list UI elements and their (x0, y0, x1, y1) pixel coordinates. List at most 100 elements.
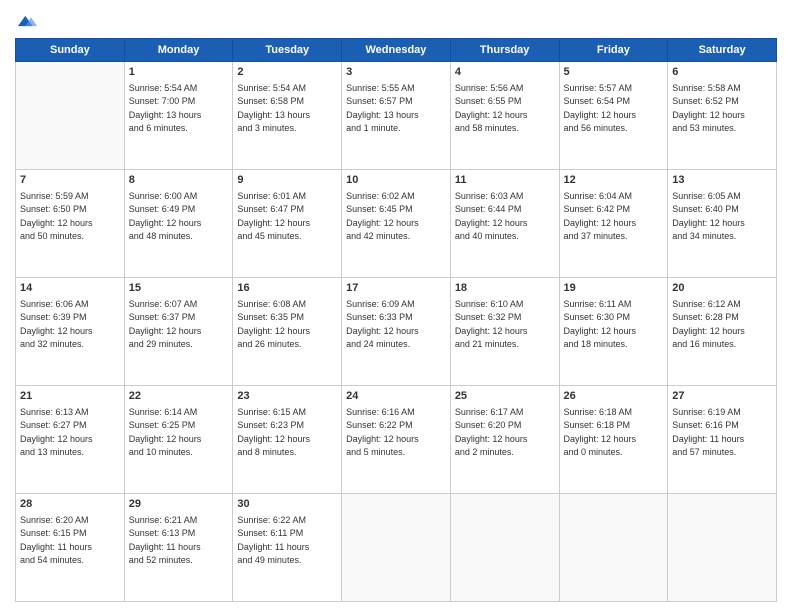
day-info: Sunrise: 6:05 AM Sunset: 6:40 PM Dayligh… (672, 190, 772, 244)
calendar-cell: 22Sunrise: 6:14 AM Sunset: 6:25 PM Dayli… (124, 386, 233, 494)
day-number: 3 (346, 65, 446, 81)
calendar-cell: 21Sunrise: 6:13 AM Sunset: 6:27 PM Dayli… (16, 386, 125, 494)
day-number: 28 (20, 497, 120, 513)
day-number: 22 (129, 389, 229, 405)
day-number: 1 (129, 65, 229, 81)
weekday-header: Thursday (450, 39, 559, 62)
calendar-cell: 19Sunrise: 6:11 AM Sunset: 6:30 PM Dayli… (559, 278, 668, 386)
calendar-cell: 27Sunrise: 6:19 AM Sunset: 6:16 PM Dayli… (668, 386, 777, 494)
weekday-header: Friday (559, 39, 668, 62)
day-info: Sunrise: 6:04 AM Sunset: 6:42 PM Dayligh… (564, 190, 664, 244)
calendar-cell: 13Sunrise: 6:05 AM Sunset: 6:40 PM Dayli… (668, 170, 777, 278)
day-number: 2 (237, 65, 337, 81)
day-number: 16 (237, 281, 337, 297)
calendar-table: SundayMondayTuesdayWednesdayThursdayFrid… (15, 38, 777, 602)
calendar-cell: 7Sunrise: 5:59 AM Sunset: 6:50 PM Daylig… (16, 170, 125, 278)
day-info: Sunrise: 6:06 AM Sunset: 6:39 PM Dayligh… (20, 298, 120, 352)
day-number: 4 (455, 65, 555, 81)
day-number: 20 (672, 281, 772, 297)
day-info: Sunrise: 6:13 AM Sunset: 6:27 PM Dayligh… (20, 406, 120, 460)
calendar-cell (668, 494, 777, 602)
day-number: 11 (455, 173, 555, 189)
header (15, 10, 777, 32)
day-info: Sunrise: 6:03 AM Sunset: 6:44 PM Dayligh… (455, 190, 555, 244)
logo (15, 10, 41, 32)
calendar-cell: 3Sunrise: 5:55 AM Sunset: 6:57 PM Daylig… (342, 62, 451, 170)
day-info: Sunrise: 6:14 AM Sunset: 6:25 PM Dayligh… (129, 406, 229, 460)
calendar-cell: 28Sunrise: 6:20 AM Sunset: 6:15 PM Dayli… (16, 494, 125, 602)
calendar-cell: 16Sunrise: 6:08 AM Sunset: 6:35 PM Dayli… (233, 278, 342, 386)
calendar-cell (342, 494, 451, 602)
calendar-cell: 24Sunrise: 6:16 AM Sunset: 6:22 PM Dayli… (342, 386, 451, 494)
day-info: Sunrise: 5:57 AM Sunset: 6:54 PM Dayligh… (564, 82, 664, 136)
day-number: 23 (237, 389, 337, 405)
day-info: Sunrise: 6:16 AM Sunset: 6:22 PM Dayligh… (346, 406, 446, 460)
day-info: Sunrise: 6:12 AM Sunset: 6:28 PM Dayligh… (672, 298, 772, 352)
day-number: 17 (346, 281, 446, 297)
day-number: 12 (564, 173, 664, 189)
weekday-header: Tuesday (233, 39, 342, 62)
calendar-cell: 5Sunrise: 5:57 AM Sunset: 6:54 PM Daylig… (559, 62, 668, 170)
calendar-cell: 17Sunrise: 6:09 AM Sunset: 6:33 PM Dayli… (342, 278, 451, 386)
day-number: 25 (455, 389, 555, 405)
day-number: 26 (564, 389, 664, 405)
calendar-cell: 25Sunrise: 6:17 AM Sunset: 6:20 PM Dayli… (450, 386, 559, 494)
day-info: Sunrise: 5:55 AM Sunset: 6:57 PM Dayligh… (346, 82, 446, 136)
weekday-header-row: SundayMondayTuesdayWednesdayThursdayFrid… (16, 39, 777, 62)
calendar-cell: 15Sunrise: 6:07 AM Sunset: 6:37 PM Dayli… (124, 278, 233, 386)
day-info: Sunrise: 6:20 AM Sunset: 6:15 PM Dayligh… (20, 514, 120, 568)
page: SundayMondayTuesdayWednesdayThursdayFrid… (0, 0, 792, 612)
day-info: Sunrise: 5:56 AM Sunset: 6:55 PM Dayligh… (455, 82, 555, 136)
day-info: Sunrise: 6:17 AM Sunset: 6:20 PM Dayligh… (455, 406, 555, 460)
day-info: Sunrise: 6:02 AM Sunset: 6:45 PM Dayligh… (346, 190, 446, 244)
day-info: Sunrise: 6:11 AM Sunset: 6:30 PM Dayligh… (564, 298, 664, 352)
calendar-week-row: 1Sunrise: 5:54 AM Sunset: 7:00 PM Daylig… (16, 62, 777, 170)
day-number: 19 (564, 281, 664, 297)
calendar-cell: 23Sunrise: 6:15 AM Sunset: 6:23 PM Dayli… (233, 386, 342, 494)
day-info: Sunrise: 6:18 AM Sunset: 6:18 PM Dayligh… (564, 406, 664, 460)
calendar-cell: 12Sunrise: 6:04 AM Sunset: 6:42 PM Dayli… (559, 170, 668, 278)
calendar-cell: 18Sunrise: 6:10 AM Sunset: 6:32 PM Dayli… (450, 278, 559, 386)
day-number: 15 (129, 281, 229, 297)
logo-icon (15, 10, 37, 32)
calendar-cell: 30Sunrise: 6:22 AM Sunset: 6:11 PM Dayli… (233, 494, 342, 602)
day-number: 24 (346, 389, 446, 405)
calendar-week-row: 7Sunrise: 5:59 AM Sunset: 6:50 PM Daylig… (16, 170, 777, 278)
calendar-cell (450, 494, 559, 602)
calendar-cell: 6Sunrise: 5:58 AM Sunset: 6:52 PM Daylig… (668, 62, 777, 170)
day-info: Sunrise: 5:59 AM Sunset: 6:50 PM Dayligh… (20, 190, 120, 244)
calendar-cell: 8Sunrise: 6:00 AM Sunset: 6:49 PM Daylig… (124, 170, 233, 278)
calendar-cell: 10Sunrise: 6:02 AM Sunset: 6:45 PM Dayli… (342, 170, 451, 278)
calendar-cell (559, 494, 668, 602)
day-number: 14 (20, 281, 120, 297)
day-info: Sunrise: 5:54 AM Sunset: 6:58 PM Dayligh… (237, 82, 337, 136)
calendar-cell: 1Sunrise: 5:54 AM Sunset: 7:00 PM Daylig… (124, 62, 233, 170)
calendar-cell: 14Sunrise: 6:06 AM Sunset: 6:39 PM Dayli… (16, 278, 125, 386)
day-number: 5 (564, 65, 664, 81)
day-info: Sunrise: 6:22 AM Sunset: 6:11 PM Dayligh… (237, 514, 337, 568)
weekday-header: Saturday (668, 39, 777, 62)
calendar-cell (16, 62, 125, 170)
calendar-cell: 4Sunrise: 5:56 AM Sunset: 6:55 PM Daylig… (450, 62, 559, 170)
calendar-body: 1Sunrise: 5:54 AM Sunset: 7:00 PM Daylig… (16, 62, 777, 602)
calendar-cell: 2Sunrise: 5:54 AM Sunset: 6:58 PM Daylig… (233, 62, 342, 170)
day-info: Sunrise: 6:01 AM Sunset: 6:47 PM Dayligh… (237, 190, 337, 244)
calendar-cell: 29Sunrise: 6:21 AM Sunset: 6:13 PM Dayli… (124, 494, 233, 602)
day-number: 8 (129, 173, 229, 189)
calendar-cell: 11Sunrise: 6:03 AM Sunset: 6:44 PM Dayli… (450, 170, 559, 278)
day-number: 9 (237, 173, 337, 189)
day-info: Sunrise: 6:09 AM Sunset: 6:33 PM Dayligh… (346, 298, 446, 352)
calendar-cell: 26Sunrise: 6:18 AM Sunset: 6:18 PM Dayli… (559, 386, 668, 494)
day-number: 30 (237, 497, 337, 513)
day-number: 6 (672, 65, 772, 81)
day-number: 13 (672, 173, 772, 189)
calendar-week-row: 28Sunrise: 6:20 AM Sunset: 6:15 PM Dayli… (16, 494, 777, 602)
day-info: Sunrise: 6:10 AM Sunset: 6:32 PM Dayligh… (455, 298, 555, 352)
weekday-header: Sunday (16, 39, 125, 62)
calendar-header: SundayMondayTuesdayWednesdayThursdayFrid… (16, 39, 777, 62)
day-info: Sunrise: 5:58 AM Sunset: 6:52 PM Dayligh… (672, 82, 772, 136)
calendar-cell: 20Sunrise: 6:12 AM Sunset: 6:28 PM Dayli… (668, 278, 777, 386)
day-number: 21 (20, 389, 120, 405)
day-number: 27 (672, 389, 772, 405)
day-info: Sunrise: 6:08 AM Sunset: 6:35 PM Dayligh… (237, 298, 337, 352)
